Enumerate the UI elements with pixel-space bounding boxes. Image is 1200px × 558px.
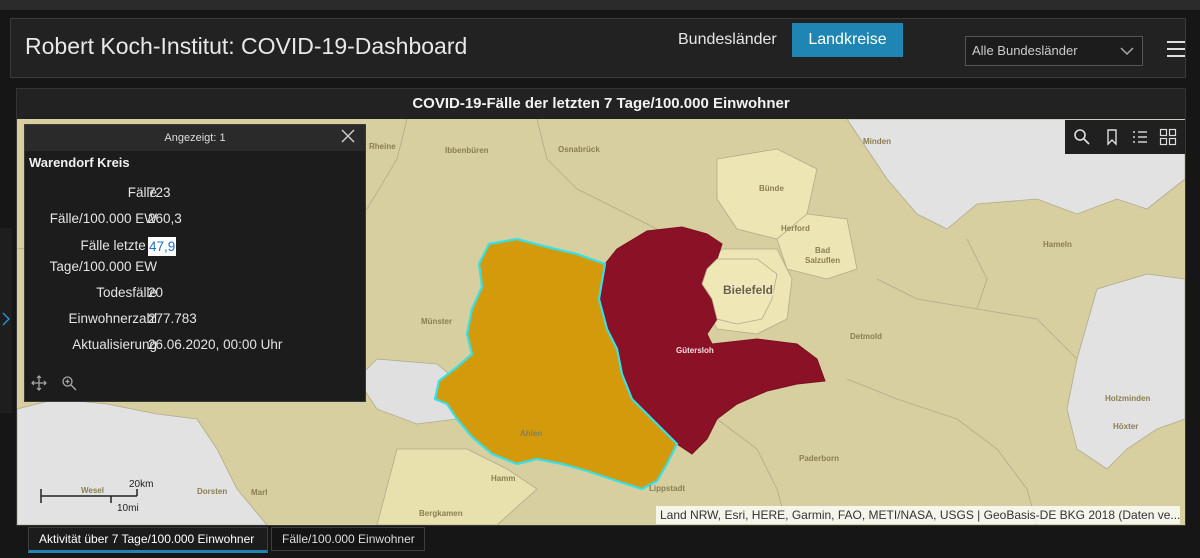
feature-popup: Angezeigt: 1 Warendorf Kreis Fälle 723 F… — [24, 124, 366, 402]
zoom-to-icon[interactable] — [61, 375, 77, 391]
region-select-value: Alle Bundesländer — [972, 43, 1078, 58]
scale-bar: 20km 10mi — [39, 479, 153, 514]
svg-text:Herford: Herford — [781, 224, 810, 233]
svg-text:Gütersloh: Gütersloh — [676, 346, 714, 355]
dashboard-header: Robert Koch-Institut: COVID-19-Dashboard… — [10, 18, 1186, 78]
svg-text:Dorsten: Dorsten — [197, 487, 227, 496]
scale-mi-label: 10mi — [117, 503, 139, 514]
svg-text:Minden: Minden — [863, 137, 891, 146]
popup-header: Angezeigt: 1 — [25, 125, 365, 151]
browser-top-strip — [0, 0, 1200, 10]
svg-text:Bad: Bad — [815, 246, 830, 255]
svg-text:Rheine: Rheine — [369, 142, 396, 151]
field-label: Fälle/100.000 EW — [49, 211, 157, 226]
map-toolbar — [1065, 120, 1185, 154]
svg-text:Detmold: Detmold — [850, 332, 882, 341]
field-label: Einwohnerzahl — [68, 311, 157, 326]
map-attribution[interactable]: Land NRW, Esri, HERE, Garmin, FAO, METI/… — [656, 506, 1180, 524]
popup-count-label: Angezeigt: 1 — [164, 132, 226, 144]
svg-text:Marl: Marl — [251, 488, 267, 497]
tab-aktivitaet[interactable]: Aktivität über 7 Tage/100.000 Einwohner — [28, 527, 268, 553]
pan-icon[interactable] — [31, 375, 47, 391]
bookmark-icon[interactable] — [1103, 128, 1121, 146]
svg-text:Paderborn: Paderborn — [799, 454, 839, 463]
region-select[interactable]: Alle Bundesländer — [965, 36, 1143, 66]
field-value: 26.06.2020, 00:00 Uhr — [148, 337, 283, 352]
close-icon[interactable] — [341, 128, 355, 146]
popup-field-row: Fälle letzte 7 Tage/100.000 EW 47,9 — [25, 235, 355, 281]
svg-text:Salzuflen: Salzuflen — [805, 256, 840, 265]
svg-text:Holzminden: Holzminden — [1105, 394, 1150, 403]
field-value: 260,3 — [148, 211, 182, 226]
field-label: Fälle — [127, 185, 157, 200]
basemap-icon[interactable] — [1159, 128, 1177, 146]
svg-text:Bielefeld: Bielefeld — [723, 283, 773, 297]
field-value: 277.783 — [148, 311, 197, 326]
field-value-selected[interactable]: 47,9 — [148, 237, 177, 256]
svg-text:Lippstadt: Lippstadt — [649, 484, 685, 493]
svg-text:Ibbenbüren: Ibbenbüren — [445, 146, 489, 155]
field-value: 20 — [148, 285, 164, 300]
field-label: Aktualisierung — [72, 337, 157, 352]
scale-km-label: 20km — [129, 479, 154, 490]
svg-text:Münster: Münster — [421, 317, 452, 326]
popup-footer — [25, 367, 365, 401]
legend-icon[interactable] — [1131, 128, 1149, 146]
svg-text:Ahlen: Ahlen — [520, 429, 542, 438]
field-label: Todesfälle — [96, 285, 157, 300]
tab-faelle[interactable]: Fälle/100.000 Einwohner — [271, 527, 425, 551]
nav-landkreise-button[interactable]: Landkreise — [792, 23, 903, 57]
field-value: 723 — [148, 185, 171, 200]
svg-text:Osnabrück: Osnabrück — [558, 145, 600, 154]
hamburger-menu-icon[interactable] — [1167, 41, 1185, 59]
svg-text:Bünde: Bünde — [759, 184, 784, 193]
svg-text:Höxter: Höxter — [1113, 422, 1138, 431]
app-title: Robert Koch-Institut: COVID-19-Dashboard — [25, 33, 468, 59]
map-panel-title: COVID-19-Fälle der letzten 7 Tage/100.00… — [17, 89, 1185, 119]
expand-arrow-icon[interactable] — [2, 312, 11, 329]
nav-bundeslaender-button[interactable]: Bundesländer — [663, 23, 792, 57]
svg-text:Hamm: Hamm — [491, 474, 515, 483]
chevron-down-icon — [1120, 37, 1134, 76]
svg-text:Bergkamen: Bergkamen — [419, 509, 463, 518]
search-icon[interactable] — [1073, 128, 1091, 146]
popup-feature-title: Warendorf Kreis — [29, 155, 130, 170]
svg-text:Hameln: Hameln — [1043, 240, 1072, 249]
field-label: Fälle letzte 7 Tage/100.000 EW — [49, 238, 157, 274]
